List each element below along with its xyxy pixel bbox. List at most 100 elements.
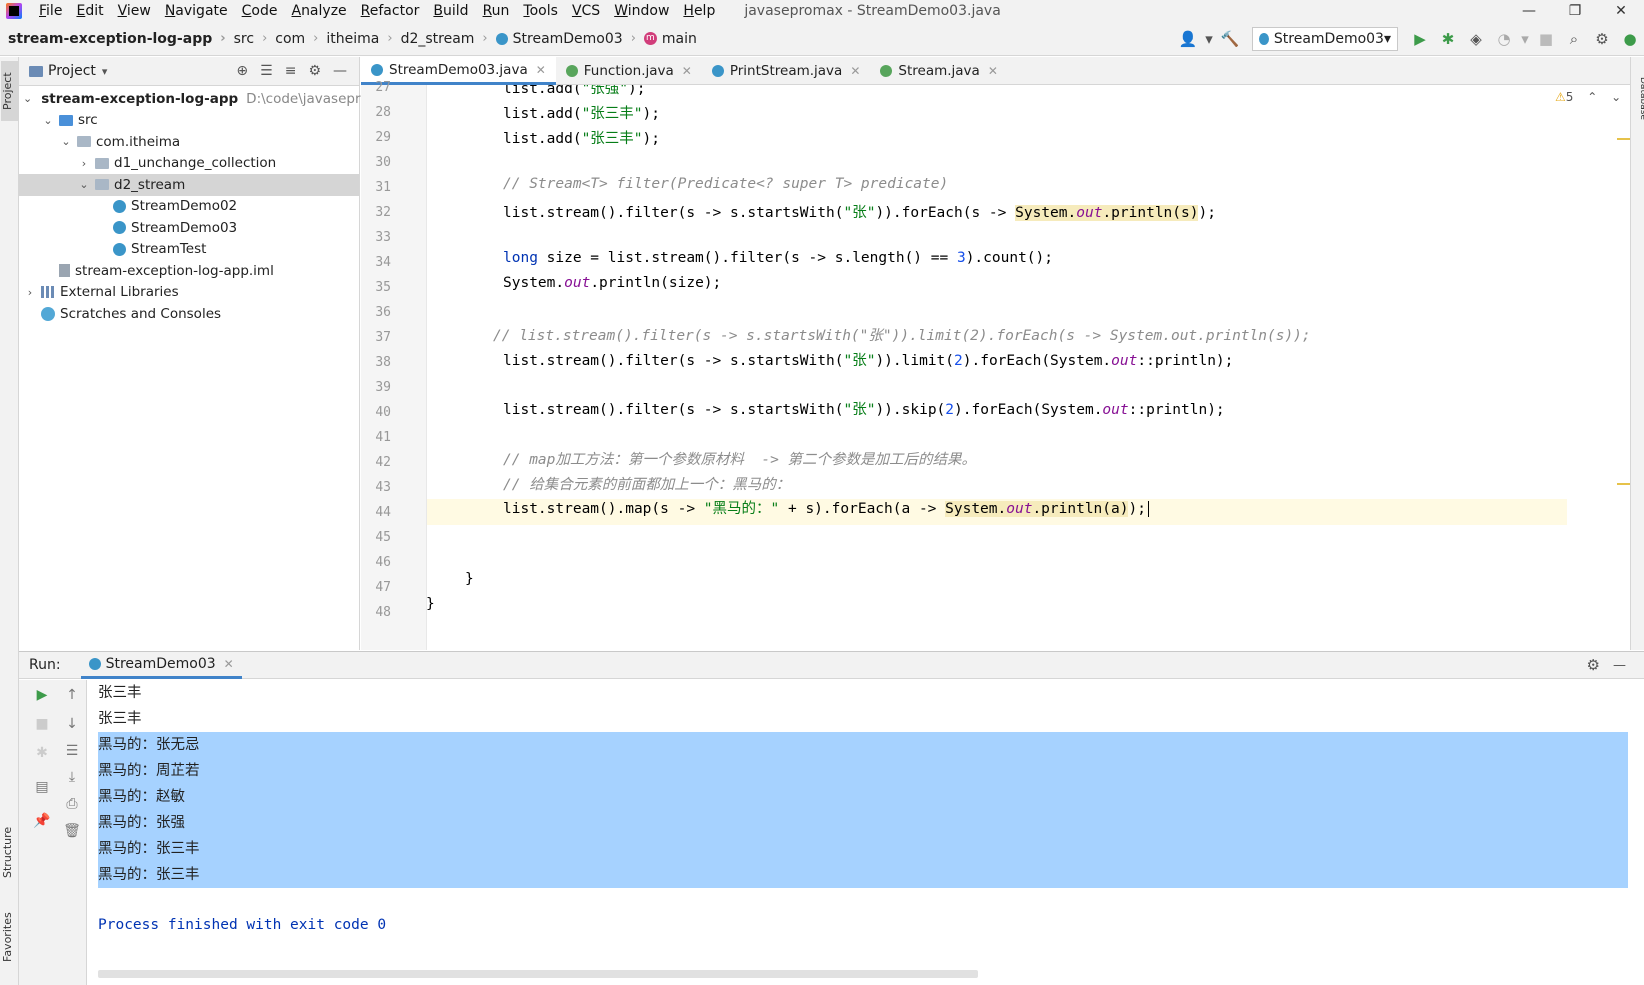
chevron-up-icon[interactable]: ⌃ (1587, 90, 1597, 104)
minimize-button[interactable]: — (1506, 0, 1552, 22)
print-icon[interactable]: ⎙ (61, 793, 83, 815)
tree-item-d2-stream[interactable]: ⌄ d2_stream (19, 174, 359, 196)
structure-tool-tab[interactable]: Structure (1, 817, 18, 887)
code-line-44: list.stream().map(s -> "黑马的：" + s).forEa… (503, 497, 1149, 519)
chevron-right-icon[interactable]: › (23, 286, 37, 299)
line-number: 45 (375, 530, 391, 545)
hide-icon[interactable]: — (333, 63, 347, 79)
menu-help[interactable]: Help (676, 3, 722, 19)
tree-item-src[interactable]: ⌄ src (19, 110, 359, 132)
search-icon[interactable]: ⌕ (1562, 27, 1586, 51)
close-icon[interactable]: ✕ (988, 64, 998, 78)
project-icon (29, 65, 43, 77)
tree-item-streamdemo02[interactable]: StreamDemo02 (19, 196, 359, 218)
update-icon[interactable]: ● (1618, 27, 1642, 51)
warning-stripe[interactable] (1617, 138, 1631, 140)
profile-icon[interactable]: ◔ (1492, 27, 1516, 51)
menu-analyze[interactable]: Analyze (284, 3, 353, 19)
breadcrumb-project[interactable]: stream-exception-log-app › (8, 31, 234, 47)
gear-icon[interactable]: ⚙ (308, 63, 321, 79)
menu-edit[interactable]: Edit (69, 3, 110, 19)
gear-icon[interactable]: ⚙ (1590, 27, 1614, 51)
trash-icon[interactable]: 🗑 (61, 820, 83, 842)
class-icon (371, 63, 383, 76)
menu-vcs[interactable]: VCS (565, 3, 607, 19)
chevron-down-icon[interactable]: ▾ (1204, 27, 1214, 51)
inspection-widget[interactable]: ⚠5 ⌃ ⌄ (1555, 90, 1621, 104)
tree-item-streamtest[interactable]: StreamTest (19, 239, 359, 261)
close-icon[interactable]: ✕ (536, 63, 546, 77)
debug-icon[interactable]: ✱ (31, 742, 53, 764)
tree-item-external-libraries[interactable]: › External Libraries (19, 282, 359, 304)
arrow-up-icon[interactable]: ↑ (61, 684, 83, 706)
soft-wrap-icon[interactable]: ☰ (61, 740, 83, 762)
tree-item-project[interactable]: ⌄ stream-exception-log-app D:\code\javase… (19, 88, 368, 110)
menu-file[interactable]: File (32, 3, 69, 19)
chevron-down-icon[interactable]: ⌄ (41, 114, 55, 127)
stop-icon[interactable]: ■ (31, 713, 53, 735)
user-icon[interactable]: 👤 (1176, 27, 1200, 51)
breadcrumb-itheima[interactable]: itheima › (326, 31, 400, 47)
horizontal-scrollbar[interactable] (98, 970, 978, 978)
pin-icon[interactable]: 📌 (31, 810, 53, 832)
tree-item-package-com-itheima[interactable]: ⌄ com.itheima (19, 131, 359, 153)
menu-code[interactable]: Code (235, 3, 285, 19)
menu-view[interactable]: View (111, 3, 158, 19)
tree-item-iml-file[interactable]: stream-exception-log-app.iml (19, 260, 359, 282)
debug-icon[interactable]: ✱ (1436, 27, 1460, 51)
menu-tools[interactable]: Tools (516, 3, 565, 19)
menu-navigate[interactable]: Navigate (158, 3, 235, 19)
gear-icon[interactable]: ⚙ (1587, 656, 1600, 674)
rerun-icon[interactable]: ▶ (31, 684, 53, 706)
close-icon[interactable]: ✕ (224, 657, 234, 671)
run-config-select[interactable]: StreamDemo03 ▾ (1252, 27, 1398, 51)
menu-window[interactable]: Window (607, 3, 676, 19)
collapse-all-icon[interactable]: ≡ (285, 63, 297, 79)
database-tool-tab[interactable]: Database (1631, 63, 1644, 133)
close-icon[interactable]: ✕ (850, 64, 860, 78)
warning-stripe[interactable] (1617, 483, 1631, 485)
breadcrumb-com[interactable]: com › (275, 31, 326, 47)
chevron-right-icon[interactable]: › (77, 157, 91, 170)
run-icon[interactable]: ▶ (1408, 27, 1432, 51)
tab-printstream[interactable]: PrintStream.java ✕ (702, 57, 871, 85)
code-line-27: list.add("张强"); (503, 85, 646, 97)
layout-icon[interactable]: ▤ (31, 776, 53, 798)
coverage-icon[interactable]: ◈ (1464, 27, 1488, 51)
favorites-tool-tab[interactable]: Favorites (1, 902, 18, 972)
run-tab-streamdemo03[interactable]: StreamDemo03 ✕ (80, 651, 242, 679)
restore-button[interactable]: ❐ (1552, 0, 1598, 22)
arrow-down-icon[interactable]: ↓ (61, 713, 83, 735)
menu-run[interactable]: Run (476, 3, 517, 19)
breadcrumb-class[interactable]: StreamDemo03 › (495, 31, 644, 47)
build-hammer-icon[interactable]: 🔨 (1218, 27, 1242, 51)
chevron-down-icon[interactable]: ⌄ (1611, 90, 1621, 104)
chevron-down-icon[interactable]: ⌄ (23, 92, 32, 105)
breadcrumb-src[interactable]: src › (234, 31, 276, 47)
project-panel-header: Project ▾ ⊕ ☰ ≡ ⚙ — (19, 57, 359, 86)
project-view-select[interactable]: Project (48, 63, 96, 79)
menu-build[interactable]: Build (426, 3, 475, 19)
tab-stream[interactable]: Stream.java ✕ (870, 57, 1007, 85)
scroll-to-end-icon[interactable]: ⤓ (61, 766, 83, 788)
locate-icon[interactable]: ⊕ (236, 63, 248, 79)
expand-all-icon[interactable]: ☰ (260, 63, 273, 79)
close-window-button[interactable]: ✕ (1598, 0, 1644, 22)
tree-item-scratches[interactable]: Scratches and Consoles (19, 303, 359, 325)
menu-refactor[interactable]: Refactor (354, 3, 427, 19)
breadcrumb-d2-stream[interactable]: d2_stream › (401, 31, 496, 47)
stop-icon[interactable]: ■ (1534, 27, 1558, 51)
tree-item-d1-unchange-collection[interactable]: › d1_unchange_collection (19, 153, 359, 175)
breadcrumb-method[interactable]: m main (643, 31, 697, 47)
chevron-down-icon[interactable]: ▾ (1520, 27, 1530, 51)
chevron-down-icon[interactable]: ⌄ (77, 178, 91, 191)
close-icon[interactable]: ✕ (682, 64, 692, 78)
chevron-down-icon[interactable]: ⌄ (59, 135, 73, 148)
tab-function[interactable]: Function.java ✕ (556, 57, 702, 85)
console-output[interactable]: 张三丰 张三丰 黑马的：张无忌 黑马的：周芷若 黑马的：赵敏 黑马的：张强 黑马… (88, 680, 1628, 985)
chevron-down-icon[interactable]: ▾ (102, 65, 108, 78)
tree-item-streamdemo03[interactable]: StreamDemo03 (19, 217, 359, 239)
hide-icon[interactable]: — (1613, 658, 1626, 673)
code-editor[interactable]: list.add("张强"); list.add("张三丰"); list.ad… (427, 85, 1567, 650)
project-tool-tab[interactable]: Project (1, 61, 18, 121)
